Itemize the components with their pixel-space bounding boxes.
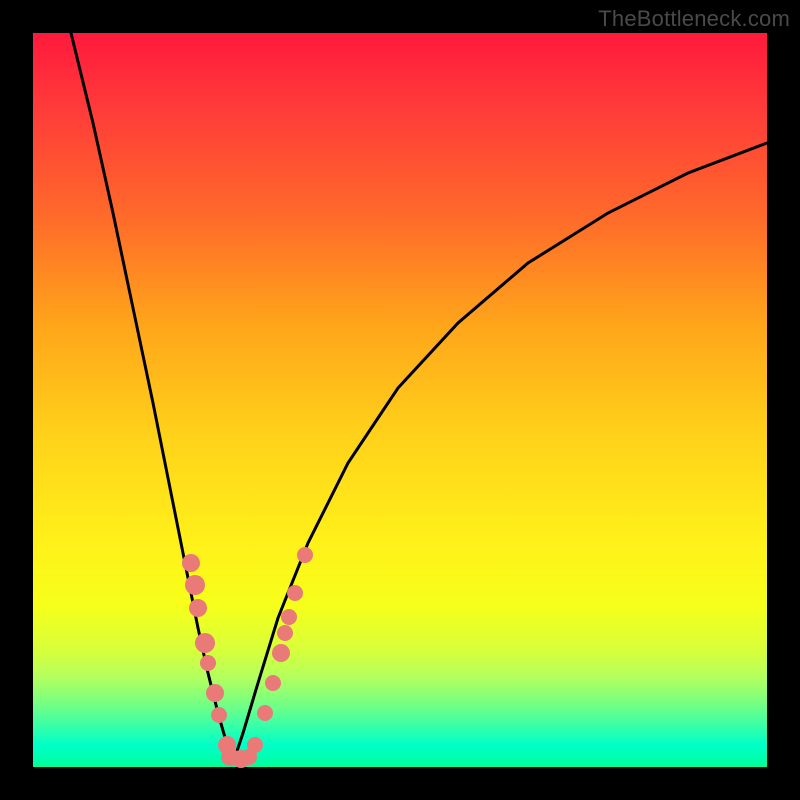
scatter-dot — [257, 705, 273, 721]
scatter-dot — [281, 609, 297, 625]
chart-frame: TheBottleneck.com — [0, 0, 800, 800]
scatter-dot — [247, 737, 263, 753]
watermark-text: TheBottleneck.com — [598, 6, 790, 32]
scatter-dot — [297, 547, 313, 563]
curve-right-branch — [233, 143, 767, 763]
scatter-dot — [211, 707, 227, 723]
scatter-dot — [287, 585, 303, 601]
scatter-dot — [265, 675, 281, 691]
scatter-dot — [206, 684, 224, 702]
scatter-dot — [272, 644, 290, 662]
curve-left-branch — [71, 33, 233, 763]
scatter-dot — [185, 575, 205, 595]
scatter-dot — [200, 655, 216, 671]
scatter-dot — [195, 633, 215, 653]
scatter-dot — [277, 625, 293, 641]
scatter-dot — [189, 599, 207, 617]
curve-layer — [33, 33, 767, 767]
plot-area — [33, 33, 767, 767]
scatter-dot — [182, 554, 200, 572]
